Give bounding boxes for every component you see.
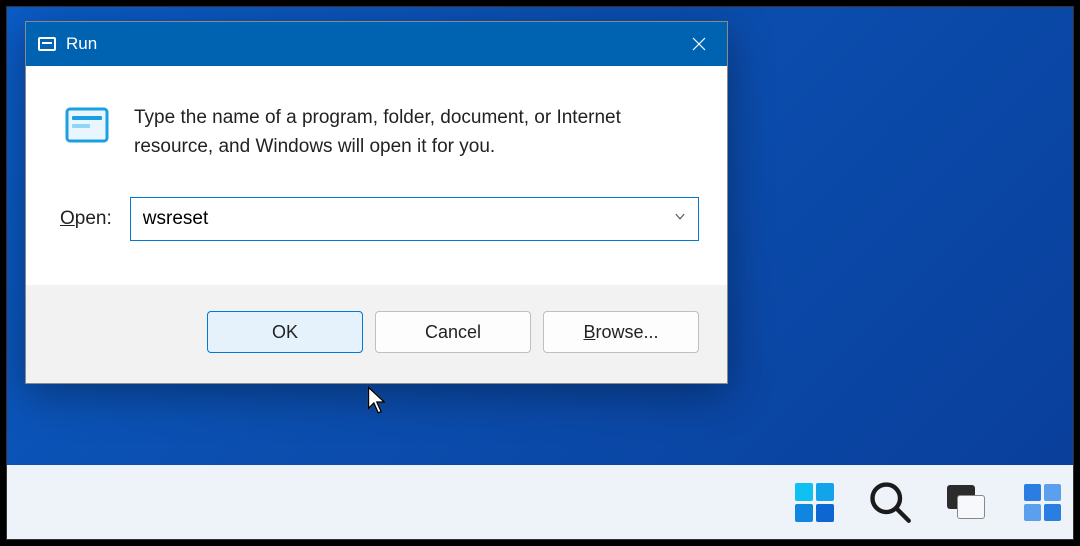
title-left: Run	[38, 34, 97, 54]
search-icon	[865, 477, 915, 527]
cursor-icon	[365, 385, 389, 420]
ok-button[interactable]: OK	[207, 311, 363, 353]
run-dialog: Run Type the name of a program, folder, …	[25, 21, 728, 384]
titlebar[interactable]: Run	[26, 22, 727, 66]
open-label: Open:	[60, 208, 112, 230]
browse-button[interactable]: Browse...	[543, 311, 699, 353]
desktop-background: Run Type the name of a program, folder, …	[6, 6, 1074, 540]
button-row: OK Cancel Browse...	[26, 285, 727, 383]
start-button[interactable]	[789, 477, 839, 527]
open-combobox[interactable]	[130, 197, 699, 241]
dialog-description: Type the name of a program, folder, docu…	[134, 104, 674, 161]
dialog-title: Run	[66, 34, 97, 54]
open-input[interactable]	[130, 197, 699, 241]
taskview-icon	[947, 485, 985, 519]
widgets-button[interactable]	[1017, 477, 1067, 527]
close-icon	[690, 35, 708, 53]
dialog-body: Type the name of a program, folder, docu…	[26, 66, 727, 285]
cancel-button[interactable]: Cancel	[375, 311, 531, 353]
close-button[interactable]	[671, 22, 727, 66]
start-icon	[795, 483, 834, 522]
run-icon	[38, 37, 56, 51]
browse-rest: rowse...	[595, 322, 658, 342]
widgets-icon	[1024, 484, 1061, 521]
chevron-down-icon[interactable]	[673, 210, 687, 229]
run-large-icon	[64, 106, 110, 144]
search-button[interactable]	[865, 477, 915, 527]
taskbar	[7, 465, 1073, 539]
taskview-button[interactable]	[941, 477, 991, 527]
